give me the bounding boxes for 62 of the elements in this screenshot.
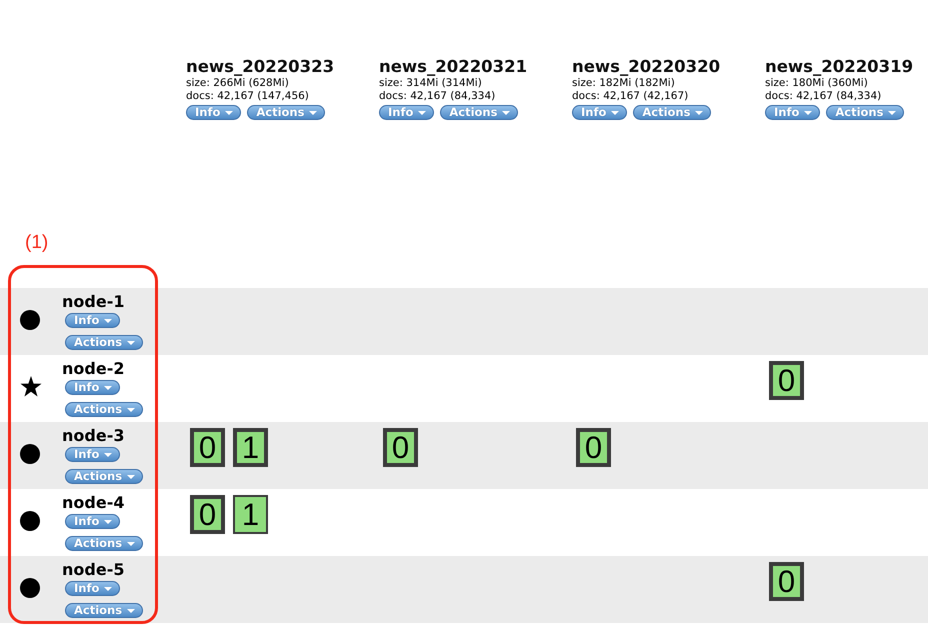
dropdown-button[interactable]: Actions	[65, 536, 144, 551]
caret-icon	[127, 474, 136, 478]
index-docs: docs: 42,167 (42,167)	[572, 90, 688, 103]
dropdown-button[interactable]: Actions	[65, 603, 144, 618]
caret-icon	[418, 110, 426, 114]
caret-icon	[127, 408, 136, 412]
dropdown-button[interactable]: Info	[65, 581, 120, 596]
caret-icon	[611, 110, 620, 114]
dropdown-button[interactable]: Info	[65, 514, 120, 529]
index-size: size: 180Mi (360Mi)	[765, 77, 868, 90]
index-name: news_20220321	[379, 56, 528, 77]
caret-icon	[104, 586, 112, 590]
dropdown-button[interactable]: Actions	[65, 469, 144, 484]
caret-icon	[104, 452, 112, 456]
shard-tile[interactable]: 0	[190, 428, 225, 467]
index-name: news_20220320	[572, 56, 720, 77]
shard-tile[interactable]: 0	[190, 495, 225, 534]
shard-tile[interactable]: 1	[233, 428, 268, 467]
shard-tile[interactable]: 0	[769, 562, 804, 601]
dropdown-button[interactable]: Info	[65, 447, 120, 462]
index-docs: docs: 42,167 (84,334)	[379, 90, 496, 103]
dropdown-button[interactable]: Actions	[247, 105, 326, 120]
dropdown-button[interactable]: Actions	[633, 105, 712, 120]
caret-icon	[127, 340, 136, 344]
index-size: size: 182Mi (182Mi)	[572, 77, 675, 90]
caret-icon	[309, 110, 318, 114]
index-name: news_20220323	[186, 56, 334, 77]
index-size: size: 314Mi (314Mi)	[379, 77, 482, 90]
shard-tile[interactable]: 0	[383, 428, 418, 467]
caret-icon	[695, 110, 704, 114]
index-docs: docs: 42,167 (147,456)	[186, 90, 309, 103]
node-name: node-2	[62, 358, 124, 379]
dropdown-button[interactable]: Info	[379, 105, 434, 120]
node-name: node-1	[62, 291, 124, 312]
caret-icon	[104, 318, 112, 322]
shard-tile[interactable]: 1	[233, 495, 268, 534]
dropdown-button[interactable]: Actions	[65, 402, 144, 417]
node-name: node-5	[62, 559, 124, 580]
shard-tile[interactable]: 0	[769, 361, 804, 400]
dropdown-button[interactable]: Info	[186, 105, 242, 120]
caret-icon	[127, 608, 136, 612]
index-size: size: 266Mi (628Mi)	[186, 77, 289, 90]
annotation-label: (1)	[25, 232, 48, 254]
node-name: node-3	[62, 425, 124, 446]
caret-icon	[502, 110, 510, 114]
caret-icon	[127, 542, 136, 546]
dropdown-button[interactable]: Info	[65, 380, 120, 395]
index-name: news_20220319	[765, 56, 914, 77]
dropdown-button[interactable]: Actions	[65, 335, 144, 350]
dropdown-button[interactable]: Info	[65, 313, 120, 328]
dropdown-button[interactable]: Actions	[440, 105, 518, 120]
caret-icon	[104, 520, 112, 524]
index-docs: docs: 42,167 (84,334)	[765, 90, 882, 103]
dropdown-button[interactable]: Actions	[826, 105, 904, 120]
dropdown-button[interactable]: Info	[765, 105, 820, 120]
node-name: node-4	[62, 492, 124, 513]
caret-icon	[104, 386, 112, 390]
caret-icon	[225, 110, 234, 114]
dropdown-button[interactable]: Info	[572, 105, 628, 120]
caret-icon	[804, 110, 812, 114]
shard-tile[interactable]: 0	[576, 428, 611, 467]
caret-icon	[888, 110, 896, 114]
